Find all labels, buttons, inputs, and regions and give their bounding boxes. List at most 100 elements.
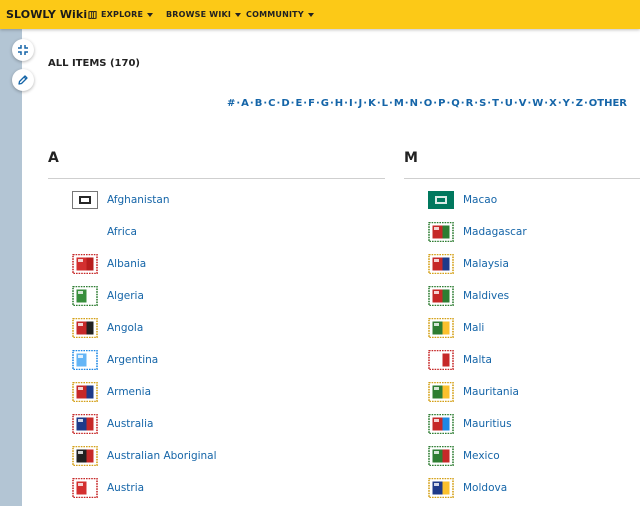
item-link[interactable]: Austria (107, 482, 144, 494)
list-item[interactable]: Mauritius (428, 408, 527, 440)
section-list-m: Macao Madagascar Malaysia Maldives Mali Malta… (428, 184, 527, 504)
item-link[interactable]: Malaysia (463, 258, 509, 270)
alphabet-link-other[interactable]: OTHER (589, 98, 627, 109)
list-item[interactable]: Armenia (72, 376, 217, 408)
alphabet-link-o[interactable]: O (424, 98, 433, 109)
edit-button[interactable] (12, 69, 34, 91)
item-link[interactable]: Algeria (107, 290, 144, 302)
list-item[interactable]: Moldova (428, 472, 527, 504)
alphabet-link-h[interactable]: H (335, 98, 343, 109)
alphabet-link-m[interactable]: M (394, 98, 404, 109)
item-link[interactable]: Albania (107, 258, 146, 270)
item-link[interactable]: Mali (463, 322, 484, 334)
alphabet-link-k[interactable]: K (368, 98, 376, 109)
alphabet-link-b[interactable]: B (255, 98, 263, 109)
item-link[interactable]: Mexico (463, 450, 500, 462)
alphabet-separator: · (570, 98, 575, 109)
list-item[interactable]: Mexico (428, 440, 527, 472)
alphabet-link-z[interactable]: Z (576, 98, 583, 109)
alphabet-separator: · (353, 98, 358, 109)
list-item[interactable]: Australia (72, 408, 217, 440)
section-list-a: Afghanistan Africa Albania Algeria Angola Arg… (72, 184, 217, 504)
stamp-icon (72, 382, 98, 402)
item-link[interactable]: Moldova (463, 482, 507, 494)
list-item[interactable]: Afghanistan (72, 184, 217, 216)
nav-community[interactable]: COMMUNITY (246, 10, 314, 19)
alphabet-link-w[interactable]: W (532, 98, 543, 109)
alphabet-separator: · (376, 98, 381, 109)
item-link[interactable]: Africa (107, 226, 137, 238)
alphabet-link-u[interactable]: U (505, 98, 513, 109)
alphabet-link-v[interactable]: V (519, 98, 527, 109)
list-item[interactable]: Mali (428, 312, 527, 344)
list-item[interactable]: Algeria (72, 280, 217, 312)
item-link[interactable]: Macao (463, 194, 497, 206)
alphabet-link-a[interactable]: A (241, 98, 249, 109)
item-link[interactable]: Mauritania (463, 386, 519, 398)
alphabet-link-r[interactable]: R (466, 98, 474, 109)
item-link[interactable]: Australia (107, 418, 153, 430)
alphabet-link-i[interactable]: I (349, 98, 353, 109)
stamp-icon (72, 446, 98, 466)
alphabet-link-j[interactable]: J (359, 98, 363, 109)
alphabet-link-f[interactable]: F (308, 98, 315, 109)
alphabet-link-g[interactable]: G (321, 98, 329, 109)
nav-browse-wiki[interactable]: BROWSE WIKI (166, 10, 242, 19)
item-link[interactable]: Australian Aboriginal (107, 450, 217, 462)
flag-icon (72, 191, 98, 209)
item-link[interactable]: Afghanistan (107, 194, 170, 206)
item-link[interactable]: Armenia (107, 386, 151, 398)
list-item[interactable]: Malaysia (428, 248, 527, 280)
alphabet-link-s[interactable]: S (479, 98, 486, 109)
alphabet-link-d[interactable]: D (281, 98, 289, 109)
chevron-down-icon (147, 12, 154, 17)
alphabet-link-n[interactable]: N (410, 98, 418, 109)
stamp-icon (72, 478, 98, 498)
nav-browse-wiki-label: BROWSE WIKI (166, 10, 232, 19)
top-navigation-bar: SLOWLY Wiki EXPLORE BROWSE WIKI COMMUNIT… (0, 0, 640, 29)
list-item[interactable]: Malta (428, 344, 527, 376)
chevron-down-icon (307, 12, 314, 17)
alphabet-link-p[interactable]: P (438, 98, 445, 109)
list-item[interactable]: Africa (72, 216, 217, 248)
list-item[interactable]: Australian Aboriginal (72, 440, 217, 472)
nav-explore[interactable]: EXPLORE (88, 10, 154, 19)
alphabet-separator: · (236, 98, 241, 109)
list-item[interactable]: Angola (72, 312, 217, 344)
alphabet-separator: · (487, 98, 492, 109)
item-link[interactable]: Argentina (107, 354, 158, 366)
alphabet-link-y[interactable]: Y (563, 98, 570, 109)
item-link[interactable]: Malta (463, 354, 492, 366)
alphabet-separator: · (263, 98, 268, 109)
alphabet-separator: · (363, 98, 368, 109)
alphabet-separator: · (544, 98, 549, 109)
alphabet-link-q[interactable]: Q (451, 98, 460, 109)
list-item[interactable]: Mauritania (428, 376, 527, 408)
item-link[interactable]: Mauritius (463, 418, 512, 430)
map-icon (88, 10, 97, 19)
item-link[interactable]: Maldives (463, 290, 509, 302)
alphabet-link-l[interactable]: L (382, 98, 388, 109)
alphabet-link-t[interactable]: T (492, 98, 499, 109)
stamp-icon (72, 350, 98, 370)
alphabet-link-e[interactable]: E (295, 98, 302, 109)
section-divider-a (48, 178, 385, 179)
alphabet-separator: · (446, 98, 451, 109)
alphabet-link-x[interactable]: X (549, 98, 557, 109)
list-item[interactable]: Madagascar (428, 216, 527, 248)
stamp-icon (428, 254, 454, 274)
alphabet-link-c[interactable]: C (268, 98, 275, 109)
compress-button[interactable] (12, 39, 34, 61)
list-item[interactable]: Austria (72, 472, 217, 504)
list-item[interactable]: Macao (428, 184, 527, 216)
list-item[interactable]: Argentina (72, 344, 217, 376)
alphabet-separator: · (583, 98, 588, 109)
list-item[interactable]: Maldives (428, 280, 527, 312)
site-brand-link[interactable]: SLOWLY Wiki (6, 8, 87, 21)
list-item[interactable]: Albania (72, 248, 217, 280)
left-rail (0, 29, 22, 506)
alphabet-separator: · (513, 98, 518, 109)
item-link[interactable]: Angola (107, 322, 143, 334)
item-link[interactable]: Madagascar (463, 226, 527, 238)
alphabet-link-hash[interactable]: # (227, 98, 235, 109)
